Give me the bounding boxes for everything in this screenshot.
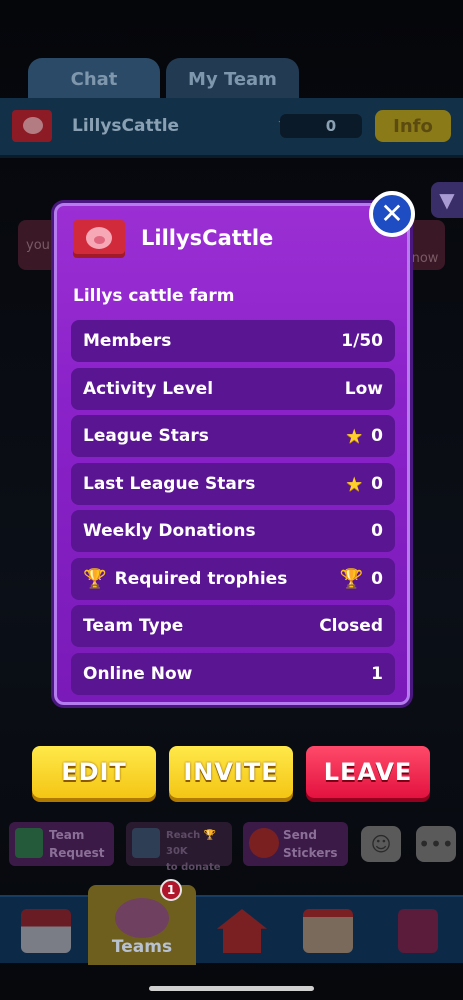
- shop-icon: [21, 909, 71, 953]
- stat-value: 0: [371, 426, 383, 446]
- book-icon: [398, 909, 438, 953]
- stat-value: 1: [371, 663, 383, 684]
- stat-label: Last League Stars: [83, 473, 256, 494]
- stat-label: League Stars: [83, 426, 209, 446]
- teams-icon: [115, 898, 169, 938]
- stat-row-members: Members 1/50: [71, 320, 395, 362]
- team-header-name: LillysCattle: [72, 116, 180, 136]
- stat-value: Closed: [319, 616, 383, 636]
- home-icon: [217, 909, 267, 953]
- donate-icon: [132, 828, 160, 858]
- trophy-icon: 🏆: [83, 568, 107, 590]
- chat-bubble: now: [405, 220, 445, 270]
- shortcut-label: Team: [49, 828, 85, 842]
- nav-teams[interactable]: 1 Teams: [88, 879, 196, 965]
- stat-label: Online Now: [83, 663, 193, 684]
- team-header-bar: LillysCattle ★ 0 Info: [0, 98, 463, 158]
- bottom-navigation: 1 Teams: [0, 879, 463, 965]
- stat-row-team-type: Team Type Closed: [71, 605, 395, 647]
- team-info-dialog: ✕ LillysCattle Lillys cattle farm Member…: [54, 191, 415, 705]
- stat-value: 0: [371, 568, 383, 589]
- stat-row-required-trophies: 🏆 Required trophies 🏆 0: [71, 557, 395, 600]
- tab-my-team[interactable]: My Team: [166, 58, 299, 100]
- nav-teams-label: Teams: [111, 937, 173, 957]
- stat-row-online-now: Online Now 1: [71, 652, 395, 695]
- close-button[interactable]: ✕: [369, 191, 415, 237]
- nav-home[interactable]: [196, 897, 288, 965]
- stat-row-last-league-stars: Last League Stars ★ 0: [71, 462, 395, 505]
- pig-icon: [86, 227, 112, 249]
- stat-label: Weekly Donations: [83, 521, 256, 541]
- calendar-icon: [303, 909, 353, 953]
- team-tabs: Chat My Team: [28, 58, 303, 100]
- stat-label: Members: [83, 331, 172, 351]
- team-stars-count: 0: [280, 114, 362, 138]
- stat-row-league-stars: League Stars ★ 0: [71, 415, 395, 457]
- star-icon: ★: [345, 471, 364, 496]
- donate-button[interactable]: Reach 🏆 30K to donate: [126, 822, 232, 873]
- stat-row-weekly-donations: Weekly Donations 0: [71, 510, 395, 552]
- request-icon: [15, 828, 43, 858]
- home-indicator[interactable]: [149, 986, 314, 991]
- sticker-icon: [249, 828, 279, 858]
- edit-button[interactable]: EDIT: [32, 746, 156, 798]
- stat-value: 0: [371, 473, 383, 494]
- info-button[interactable]: Info: [375, 110, 451, 142]
- invite-button[interactable]: INVITE: [169, 746, 293, 798]
- stat-label: Required trophies: [114, 568, 288, 589]
- shortcut-label: to donate: [166, 862, 221, 873]
- shortcut-label: Request: [49, 846, 105, 860]
- team-description: Lillys cattle farm: [73, 286, 235, 306]
- stat-label: Activity Level: [83, 378, 214, 399]
- nav-album[interactable]: [372, 897, 463, 965]
- team-flag-icon: [73, 220, 125, 258]
- shortcut-label: Stickers: [283, 846, 338, 860]
- stat-label: Team Type: [83, 616, 184, 636]
- star-icon: ★: [345, 424, 364, 448]
- app-screen: Chat My Team LillysCattle ★ 0 Info ▼ you…: [0, 0, 463, 1000]
- send-stickers-button[interactable]: Send Stickers: [243, 822, 348, 866]
- team-request-button[interactable]: Team Request: [9, 822, 114, 866]
- shortcut-label: Reach 🏆 30K: [166, 830, 217, 857]
- team-flag-icon: [12, 110, 52, 142]
- chat-more-icon[interactable]: •••: [416, 826, 456, 862]
- tab-chat[interactable]: Chat: [28, 58, 160, 100]
- nav-events[interactable]: [282, 897, 374, 965]
- leave-button[interactable]: LEAVE: [306, 746, 430, 798]
- stat-value: 1/50: [341, 331, 383, 351]
- stat-value: Low: [344, 378, 383, 399]
- emoji-icon[interactable]: ☺: [361, 826, 401, 862]
- nav-shop[interactable]: [0, 897, 92, 965]
- stat-row-activity-level: Activity Level Low: [71, 367, 395, 410]
- trophy-icon: 🏆: [339, 568, 364, 590]
- filter-icon[interactable]: ▼: [431, 182, 463, 218]
- shortcut-label: Send: [283, 828, 317, 842]
- stat-value: 0: [371, 521, 383, 541]
- team-stats-list: Members 1/50 Activity Level Low League S…: [71, 320, 395, 700]
- dialog-team-name: LillysCattle: [141, 226, 274, 250]
- notification-badge: 1: [160, 879, 182, 901]
